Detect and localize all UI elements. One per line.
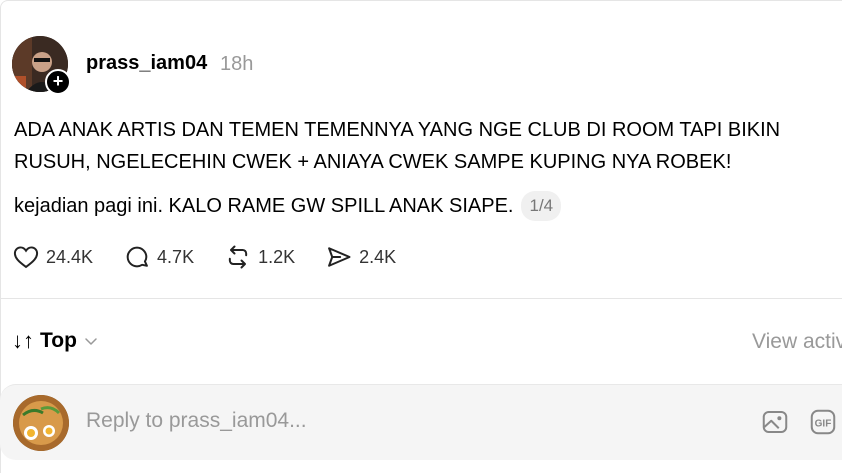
post-text-line: kejadian pagi ini. KALO RAME GW SPILL AN… [14,195,514,217]
like-count: 24.4K [46,246,94,267]
sort-arrows-icon: ↓↑ [12,328,34,353]
post-timestamp[interactable]: 18h [220,53,253,76]
heart-icon [13,246,39,269]
image-icon[interactable] [760,407,790,437]
author-username[interactable]: prass_iam04 [86,52,207,75]
sort-label: Top [40,329,77,352]
author-avatar[interactable]: + [12,36,71,95]
view-activity-link[interactable]: View activ [752,330,842,354]
post-body: ADA ANAK ARTIS DAN TEMEN TEMENNYA YANG N… [14,114,840,178]
post-text-line: ADA ANAK ARTIS DAN TEMEN TEMENNYA YANG N… [14,119,781,141]
reply-input[interactable]: Reply to prass_iam04... [86,409,307,433]
share-button[interactable]: 2.4K [325,243,396,271]
share-icon [328,247,351,267]
like-button[interactable]: 24.4K [12,243,93,271]
page-indicator-badge[interactable]: 1/4 [521,191,562,221]
comment-button[interactable]: 4.7K [123,243,194,271]
current-user-avatar-photo [13,395,69,451]
chevron-down-icon [85,338,97,345]
repost-icon [228,245,248,269]
comment-icon [126,246,148,268]
post-header: + prass_iam04 18h [12,36,253,95]
comment-count: 4.7K [157,246,195,267]
repost-button[interactable]: 1.2K [224,243,295,271]
share-count: 2.4K [359,246,397,267]
post-text-line: RUSUH, NGELECEHIN CWEK + ANIAYA CWEK SAM… [14,151,732,173]
sort-dropdown[interactable]: ↓↑ Top [12,328,99,354]
divider [0,298,842,299]
gif-icon[interactable]: GIF [808,407,838,437]
post-actions: 24.4K 4.7K 1.2K 2.4K [12,240,426,274]
svg-text:GIF: GIF [815,418,832,429]
reply-bar: Reply to prass_iam04... GIF [0,384,842,460]
repost-count: 1.2K [258,246,296,267]
current-user-avatar[interactable] [13,395,69,451]
post-body-secondary: kejadian pagi ini. KALO RAME GW SPILL AN… [14,190,562,222]
plus-icon[interactable]: + [45,69,71,95]
